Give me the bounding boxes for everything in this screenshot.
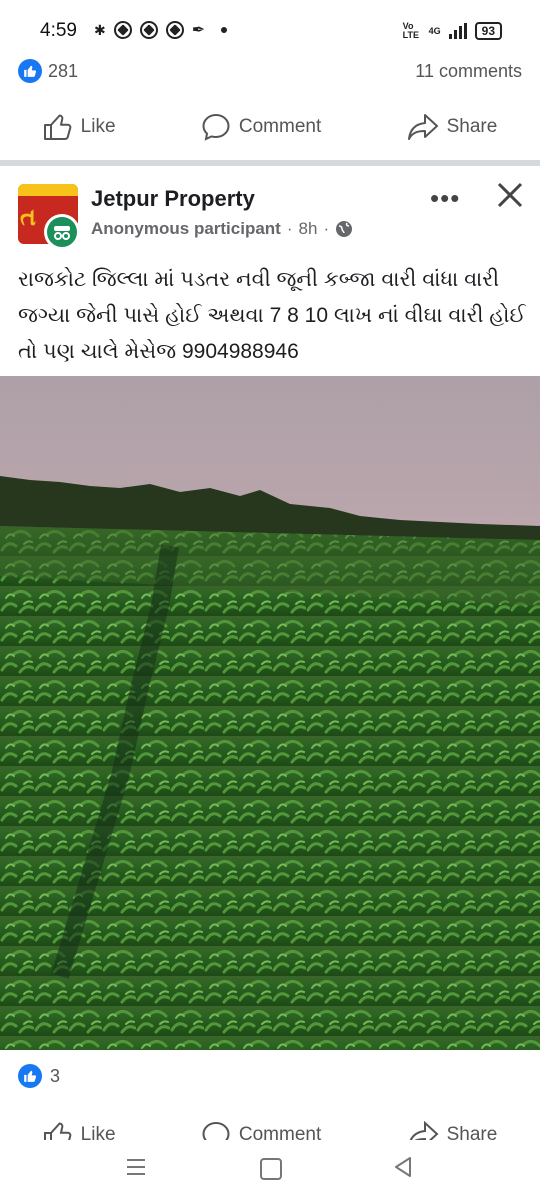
- comment-label: Comment: [238, 1124, 322, 1140]
- comment-icon: [202, 113, 230, 141]
- author-name[interactable]: Anonymous participant: [91, 219, 281, 239]
- share-button[interactable]: Share: [407, 1121, 498, 1140]
- app-notification-icon: [139, 21, 158, 39]
- like-button[interactable]: Like: [43, 113, 116, 141]
- meta-separator: ·: [286, 219, 293, 238]
- share-button[interactable]: Share: [407, 113, 498, 141]
- post-reaction-summary[interactable]: 3: [18, 1064, 60, 1088]
- group-logo-glyph: ત: [20, 204, 36, 231]
- share-label: Share: [446, 1124, 498, 1140]
- globe-icon: [336, 221, 353, 237]
- post-meta: Anonymous participant · 8h ·: [91, 219, 353, 239]
- status-bar: 4:59 ✱ ✒ Vo LTE 4G 93: [0, 0, 540, 60]
- like-label: Like: [80, 116, 116, 137]
- more-options-button[interactable]: •••: [430, 183, 460, 214]
- post-actions: Like Comment Share: [0, 97, 540, 157]
- close-icon[interactable]: [495, 180, 525, 210]
- like-icon: [43, 1122, 72, 1140]
- recent-apps-icon[interactable]: [126, 1158, 146, 1176]
- like-count: 281: [48, 60, 79, 81]
- comment-button[interactable]: Comment: [201, 112, 321, 142]
- battery-icon: 93: [474, 22, 502, 40]
- comment-label: Comment: [238, 116, 322, 137]
- anonymous-avatar-icon: [44, 214, 80, 250]
- back-icon[interactable]: [393, 1156, 413, 1178]
- status-time: 4:59: [40, 20, 77, 41]
- system-status: Vo LTE 4G 93: [403, 22, 502, 40]
- share-icon: [407, 114, 438, 140]
- app-notification-icon: [113, 21, 132, 39]
- comments-count[interactable]: 11 comments: [415, 61, 522, 82]
- feed-divider: [0, 160, 540, 166]
- notification-icons: ✱ ✒: [94, 20, 228, 40]
- like-icon: [43, 114, 72, 140]
- reaction-summary[interactable]: 281: [18, 59, 78, 83]
- more-notifications-dot: [221, 27, 228, 33]
- post-actions-bottom: Like Comment Share: [0, 1112, 540, 1140]
- meta-separator: ·: [323, 219, 330, 238]
- post-text: રાજકોટ જિલ્લા માં પડતર નવી જૂની કબ્જા વા…: [18, 268, 526, 363]
- like-reaction-icon: [18, 1064, 42, 1088]
- pen-icon: ✒: [191, 22, 206, 39]
- group-name[interactable]: Jetpur Property: [91, 186, 255, 212]
- volte-icon: Vo LTE: [402, 21, 419, 40]
- post-time[interactable]: 8h: [299, 219, 318, 239]
- like-reaction-icon: [18, 59, 42, 83]
- share-icon: [409, 1121, 439, 1140]
- comment-button[interactable]: Comment: [201, 1120, 321, 1140]
- share-label: Share: [446, 116, 498, 137]
- post-like-count: 3: [50, 1065, 61, 1086]
- network-type: 4G: [428, 26, 441, 36]
- bug-icon: ✱: [94, 21, 106, 38]
- signal-icon: [448, 23, 467, 39]
- post-photo[interactable]: [0, 376, 540, 1050]
- like-label: Like: [80, 1124, 116, 1140]
- comment-icon: [202, 1121, 230, 1140]
- like-button[interactable]: Like: [43, 1121, 116, 1140]
- app-notification-icon: [165, 21, 184, 39]
- home-button-icon[interactable]: [260, 1158, 282, 1180]
